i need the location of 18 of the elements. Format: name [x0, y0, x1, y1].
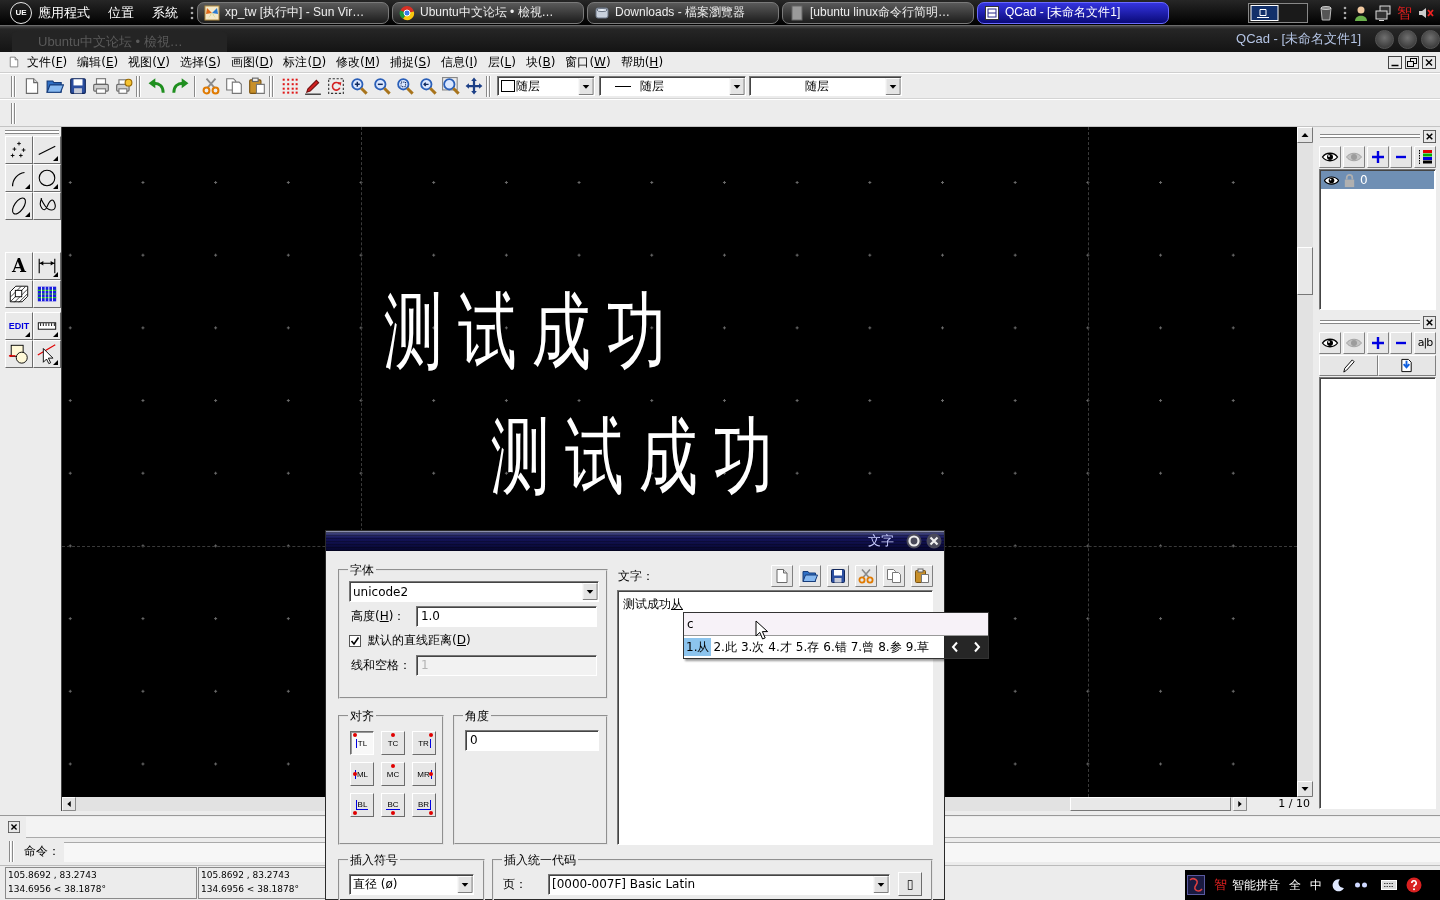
- cartesian-coordinates: 105.8692 , 83.2743: [201, 869, 290, 882]
- page-label: 页：: [503, 875, 528, 893]
- pinyin-display: c: [684, 613, 988, 636]
- page-indicator: 1 / 10: [1277, 797, 1311, 811]
- dialog-title: 文字: [868, 532, 894, 550]
- window-title: QCad - [未命名文件1]: [1236, 30, 1361, 48]
- cartesian-coordinates: 105.8692 , 83.2743: [8, 869, 97, 882]
- text-label: 文字：: [618, 567, 654, 585]
- polar-coordinates: 134.6956 < 38.1878°: [8, 883, 106, 896]
- group-title: 对齐: [349, 709, 375, 723]
- polar-coordinates: 134.6956 < 38.1878°: [201, 883, 299, 896]
- group-title: 插入统一代码: [503, 853, 577, 867]
- group-title: 字体: [349, 563, 375, 577]
- command-prompt: 命令：: [24, 843, 60, 860]
- group-title: 角度: [464, 709, 490, 723]
- field-label: 高度(H)：: [350, 608, 407, 625]
- field-label: 线和空格：: [350, 657, 412, 674]
- group-title: 插入符号: [349, 853, 399, 867]
